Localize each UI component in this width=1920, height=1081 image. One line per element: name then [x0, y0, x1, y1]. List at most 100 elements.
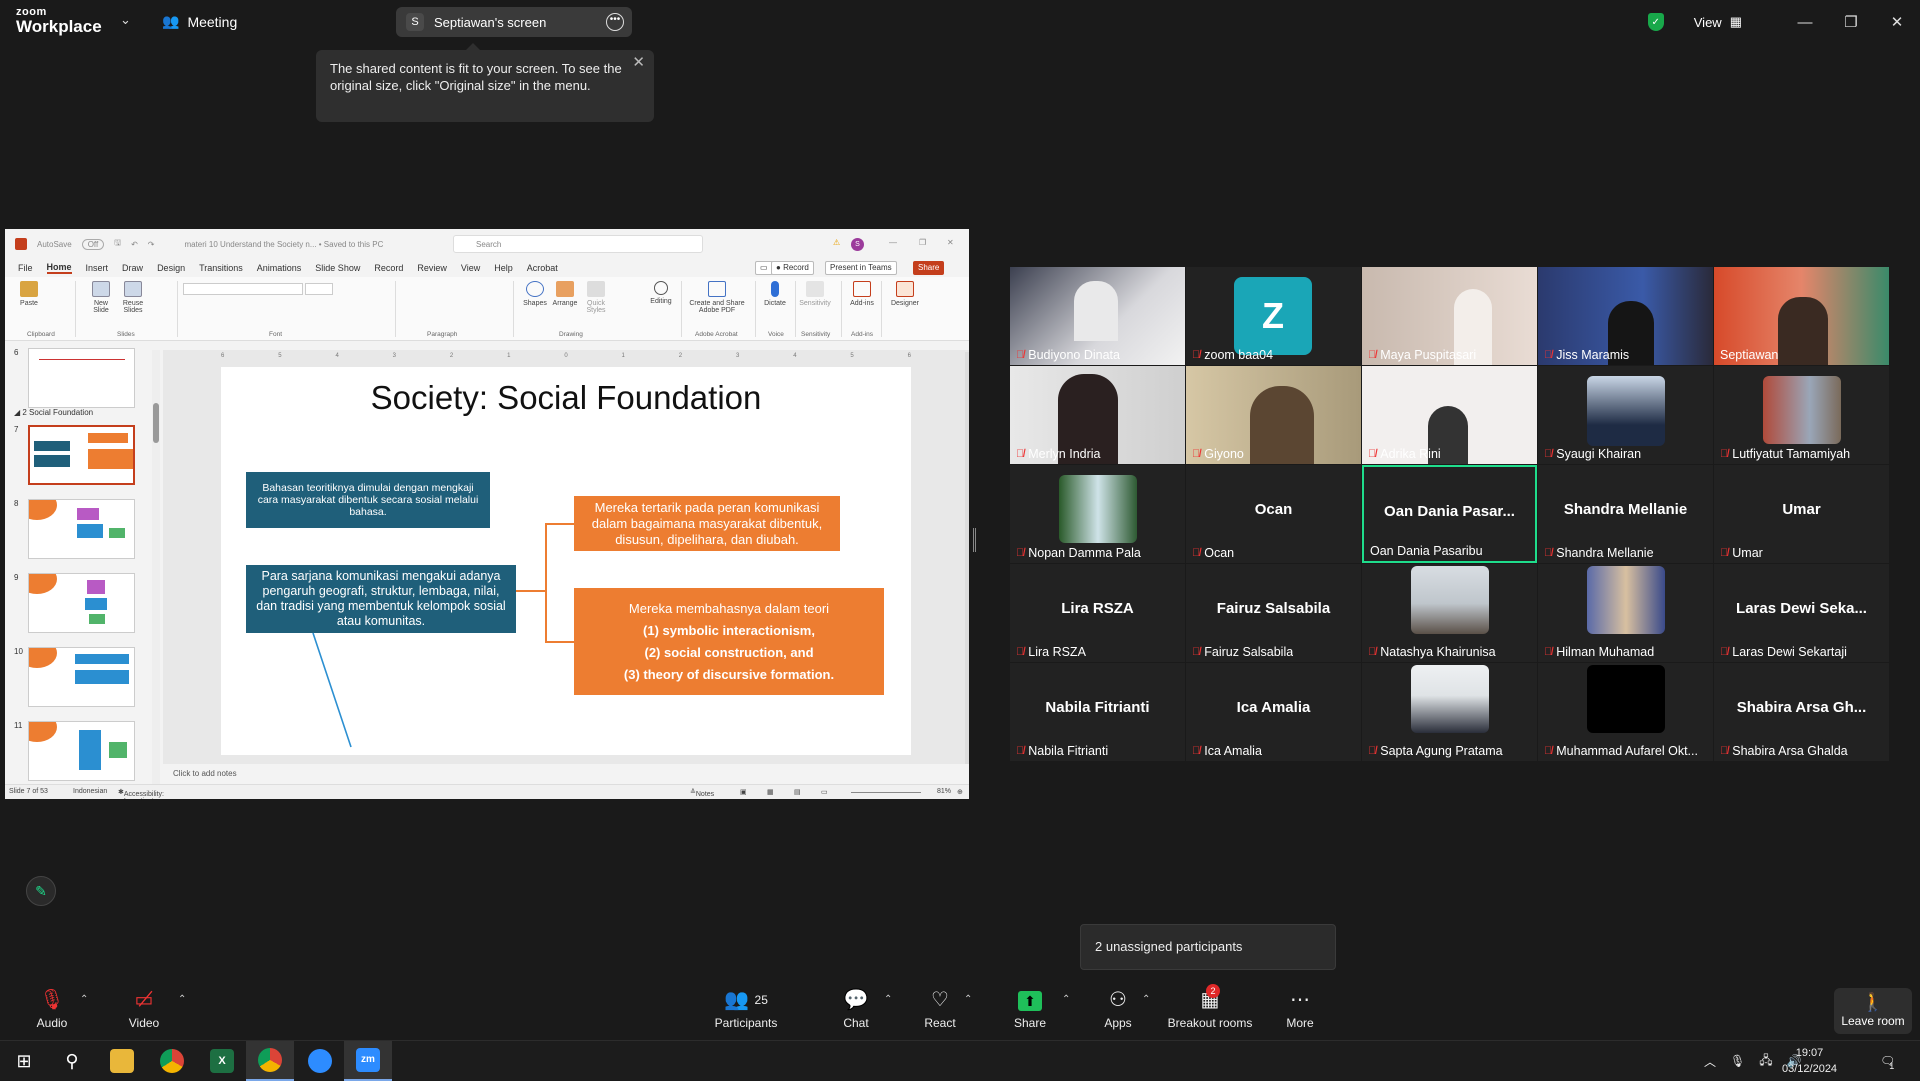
share-options-caret[interactable]: ⌃	[1062, 994, 1070, 1005]
notes-pane[interactable]: Click to add notes	[163, 764, 969, 784]
present-in-teams-button[interactable]: Present in Teams	[825, 261, 897, 275]
slide-thumbnail[interactable]	[28, 573, 135, 633]
current-slide[interactable]: Society: Social Foundation Bahasan teori…	[221, 367, 911, 755]
split-handle[interactable]	[973, 528, 976, 552]
sensitivity-button[interactable]: Sensitivity	[797, 281, 833, 307]
thumbnail-scrollbar[interactable]	[152, 350, 160, 784]
apps-options-caret[interactable]: ⌃	[1142, 994, 1150, 1005]
new-slide-button[interactable]: New Slide	[87, 281, 115, 314]
video-tile[interactable]: Fairuz Salsabila 🎙̸ Fairuz Salsabila	[1186, 564, 1361, 662]
paste-button[interactable]: Paste	[15, 281, 43, 307]
video-button[interactable]: ▭̸ Video	[106, 988, 182, 1030]
view-button[interactable]: View ▦	[1694, 14, 1742, 30]
slide-thumbnail[interactable]	[28, 721, 135, 781]
video-tile[interactable]: Septiawan	[1714, 267, 1889, 365]
slide-box-communication-role[interactable]: Mereka tertarik pada peran komunikasi da…	[574, 496, 840, 551]
slide-thumbnail[interactable]	[28, 499, 135, 559]
tab-animations[interactable]: Animations	[257, 263, 302, 273]
notes-toggle[interactable]: ≙ Notes	[690, 788, 714, 798]
video-tile[interactable]: Shabira Arsa Gh... 🎙̸ Shabira Arsa Ghalda	[1714, 663, 1889, 761]
encryption-shield-icon[interactable]: ✓	[1647, 13, 1664, 31]
video-tile[interactable]: 🎙̸ Budiyono Dinata	[1010, 267, 1185, 365]
slide-thumbnail-selected[interactable]	[28, 425, 135, 485]
restore-icon[interactable]: ❐	[1828, 13, 1874, 31]
windows-start-icon[interactable]: ⊞	[0, 1041, 48, 1081]
quick-styles-button[interactable]: Quick Styles	[581, 281, 611, 314]
video-tile-active-speaker[interactable]: Oan Dania Pasar... Oan Dania Pasaribu	[1362, 465, 1537, 563]
slide-sorter-icon[interactable]: ▦	[767, 788, 774, 796]
tab-slide-show[interactable]: Slide Show	[315, 263, 360, 273]
tab-transitions[interactable]: Transitions	[199, 263, 243, 273]
clock[interactable]: 19:07 03/12/2024	[1782, 1045, 1837, 1077]
slide-box-theories[interactable]: Mereka membahasnya dalam teori (1) symbo…	[574, 588, 884, 695]
video-tile[interactable]: Ica Amalia 🎙̸ Ica Amalia	[1186, 663, 1361, 761]
unassigned-participants-popup[interactable]: 2 unassigned participants	[1080, 924, 1336, 970]
ppt-user-avatar[interactable]: S	[851, 238, 864, 251]
create-share-pdf-button[interactable]: Create and Share Adobe PDF	[685, 281, 749, 314]
leave-room-button[interactable]: 🚶 Leave room	[1834, 988, 1912, 1034]
video-tile[interactable]: 🎙̸ Maya Puspitasari	[1362, 267, 1537, 365]
audio-options-caret[interactable]: ⌃	[80, 994, 88, 1005]
more-options-icon[interactable]: •••	[606, 13, 624, 31]
scrollbar-thumb[interactable]	[153, 403, 159, 443]
undo-icon[interactable]: ↶	[131, 240, 138, 249]
chrome-icon[interactable]	[148, 1041, 196, 1081]
video-tile[interactable]: Laras Dewi Seka... 🎙̸ Laras Dewi Sekartaj…	[1714, 564, 1889, 662]
react-options-caret[interactable]: ⌃	[964, 994, 972, 1005]
normal-view-icon[interactable]: ▣	[740, 788, 747, 796]
ppt-restore-icon[interactable]: ❐	[919, 238, 926, 247]
section-header[interactable]: ◢ 2 Social Foundation	[14, 408, 93, 417]
close-icon[interactable]: ✕	[1874, 13, 1920, 31]
video-tile[interactable]: 🎙̸ Jiss Maramis	[1538, 267, 1713, 365]
video-tile[interactable]: 🎙̸ Adrika Rini	[1362, 366, 1537, 464]
zoom-slider[interactable]	[851, 792, 921, 793]
tray-overflow-icon[interactable]: ︿	[1704, 1053, 1716, 1070]
font-name-box[interactable]	[183, 283, 303, 295]
tab-insert[interactable]: Insert	[86, 263, 109, 273]
tab-help[interactable]: Help	[494, 263, 513, 273]
chat-button[interactable]: 💬 Chat	[818, 988, 894, 1030]
video-tile[interactable]: Nabila Fitrianti 🎙̸ Nabila Fitrianti	[1010, 663, 1185, 761]
share-ppt-button[interactable]: Share	[913, 261, 945, 275]
chat-options-caret[interactable]: ⌃	[884, 994, 892, 1005]
editing-button[interactable]: Editing	[645, 281, 677, 305]
zoom-level[interactable]: 81%	[937, 788, 951, 795]
accessibility-status[interactable]: ✱ Accessibility: Investigate	[118, 788, 164, 799]
video-tile[interactable]: 🎙̸ Sapta Agung Pratama	[1362, 663, 1537, 761]
shared-powerpoint-window[interactable]: AutoSave Off 🖫 ↶ ↷ materi 10 Understand …	[5, 229, 969, 799]
slideshow-icon[interactable]: ▭	[821, 788, 828, 796]
video-tile[interactable]: 🎙̸ Nopan Damma Pala	[1010, 465, 1185, 563]
tab-home[interactable]: Home	[46, 262, 72, 274]
participants-button[interactable]: 👥 25 Participants	[708, 988, 784, 1030]
autosave-toggle[interactable]: Off	[81, 238, 105, 250]
fit-slide-icon[interactable]: ⊕	[957, 788, 963, 796]
dictate-button[interactable]: Dictate	[760, 281, 790, 307]
tab-view[interactable]: View	[461, 263, 480, 273]
shapes-button[interactable]: Shapes	[520, 281, 550, 307]
reuse-slides-button[interactable]: Reuse Slides	[119, 281, 147, 314]
video-options-caret[interactable]: ⌃	[178, 994, 186, 1005]
video-tile[interactable]: 🎙̸ Syaugi Khairan	[1538, 366, 1713, 464]
video-tile[interactable]: Lira RSZA 🎙̸ Lira RSZA	[1010, 564, 1185, 662]
slide-editing-canvas[interactable]: 6 5 4 3 2 1 0 1 2 3 4 5 6 Society: Socia…	[163, 350, 969, 784]
video-tile[interactable]: 🎙̸ Merlyn Indria	[1010, 366, 1185, 464]
video-tile[interactable]: Ocan 🎙̸ Ocan	[1186, 465, 1361, 563]
meeting-menu-button[interactable]: 👥 Meeting	[162, 13, 237, 30]
share-screen-button[interactable]: ⬆ Share	[992, 988, 1068, 1030]
redo-icon[interactable]: ↷	[148, 240, 155, 249]
save-icon[interactable]: 🖫	[114, 237, 121, 251]
zoom-meeting-icon[interactable]	[296, 1041, 344, 1081]
network-icon[interactable]: 🖧	[1759, 1051, 1772, 1072]
video-tile[interactable]: 🎙̸ Muhammad Aufarel Okt...	[1538, 663, 1713, 761]
tab-design[interactable]: Design	[157, 263, 185, 273]
video-tile[interactable]: Z 🎙̸ zoom baa04	[1186, 267, 1361, 365]
canvas-scrollbar[interactable]	[965, 352, 969, 782]
record-button[interactable]: ● Record	[771, 261, 814, 275]
zoom-app-icon[interactable]: zm	[344, 1041, 392, 1081]
reading-view-icon[interactable]: ▤	[794, 788, 801, 796]
annotate-pen-button[interactable]: ✎	[26, 876, 56, 906]
tab-record[interactable]: Record	[374, 263, 403, 273]
audio-button[interactable]: 🎙 Audio	[14, 988, 90, 1030]
slide-thumbnail[interactable]	[28, 348, 135, 408]
ppt-close-icon[interactable]: ✕	[947, 238, 954, 247]
